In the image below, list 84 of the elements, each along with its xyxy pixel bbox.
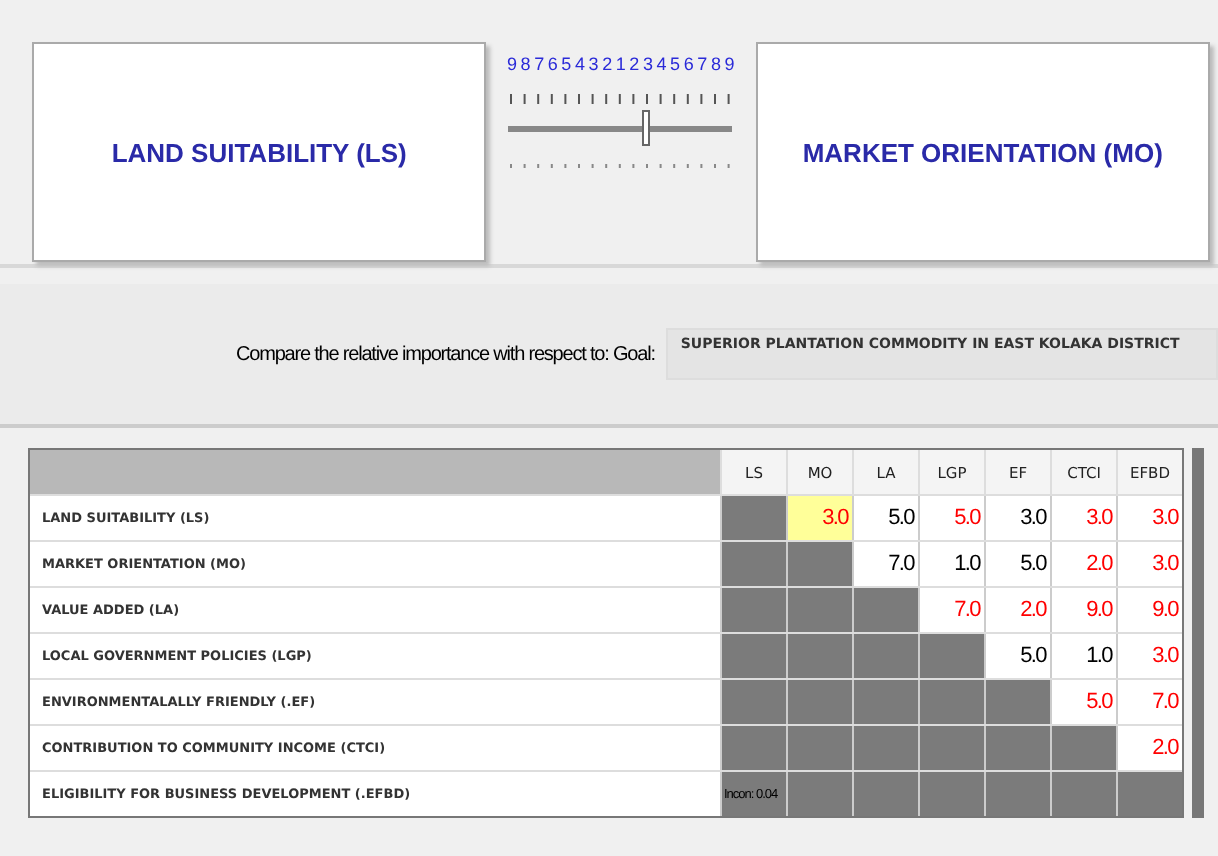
disabled-cell	[918, 680, 984, 724]
scale-label: 7	[534, 54, 545, 74]
disabled-cell	[720, 680, 786, 724]
cell-value: 3.0	[1152, 506, 1178, 530]
comparison-cell[interactable]: 7.0	[918, 588, 984, 632]
disabled-cell	[720, 542, 786, 586]
comparison-cell[interactable]: 3.0	[1050, 496, 1116, 540]
disabled-cell	[786, 542, 852, 586]
scale-label: 2	[602, 54, 613, 74]
disabled-cell	[918, 634, 984, 678]
cell-value: 5.0	[1020, 552, 1046, 576]
comparison-cell[interactable]: 2.0	[1050, 542, 1116, 586]
disabled-cell	[918, 726, 984, 770]
comparison-cell[interactable]: 9.0	[1050, 588, 1116, 632]
slider-thumb[interactable]	[641, 110, 650, 146]
disabled-cell	[786, 588, 852, 632]
disabled-cell	[720, 496, 786, 540]
cell-value: 9.0	[1152, 598, 1178, 622]
disabled-cell	[852, 634, 918, 678]
disabled-cell	[852, 726, 918, 770]
scale-label: 5	[561, 54, 572, 74]
comparison-cell[interactable]: 2.0	[1116, 726, 1182, 770]
cell-value: 3.0	[1020, 506, 1046, 530]
cell-value: 5.0	[1020, 644, 1046, 668]
disabled-cell	[720, 588, 786, 632]
comparison-cell[interactable]: 5.0	[918, 496, 984, 540]
scale-label: 5	[670, 54, 681, 74]
cell-value: 1.0	[1086, 644, 1112, 668]
criterion-title: LAND SUITABILITY (LS)	[111, 137, 407, 167]
comparison-cell[interactable]: 3.0	[984, 496, 1050, 540]
comparison-cell[interactable]: 9.0	[1116, 588, 1182, 632]
comparison-cell[interactable]: 2.0	[984, 588, 1050, 632]
scale-label: 9	[724, 54, 735, 74]
cell-value: 9.0	[1086, 598, 1112, 622]
disabled-cell	[786, 634, 852, 678]
scale-label: 2	[629, 54, 640, 74]
cell-value: 7.0	[1152, 690, 1178, 714]
comparison-cell[interactable]: 3.0	[1116, 634, 1182, 678]
cell-value: 5.0	[954, 506, 980, 530]
cell-value: 2.0	[1086, 552, 1112, 576]
cell-value: 5.0	[888, 506, 914, 530]
cell-value: 7.0	[888, 552, 914, 576]
comparison-cell[interactable]: 3.0	[1116, 496, 1182, 540]
disabled-cell	[852, 680, 918, 724]
disabled-cell	[786, 726, 852, 770]
scale-label: 9	[506, 54, 517, 74]
scale-label: 7	[697, 54, 708, 74]
scale-label: 6	[547, 54, 558, 74]
disabled-cell	[720, 634, 786, 678]
disabled-cell	[786, 680, 852, 724]
disabled-cell	[984, 726, 1050, 770]
scale-label: 3	[588, 54, 599, 74]
scale-label: 4	[656, 54, 667, 74]
comparison-cell[interactable]: 1.0	[1050, 634, 1116, 678]
criterion-title: MARKET ORIENTATION (MO)	[802, 137, 1163, 167]
scale-label: 3	[642, 54, 653, 74]
comparison-cell[interactable]: 5.0	[1050, 680, 1116, 724]
cell-value: 7.0	[954, 598, 980, 622]
comparison-cell[interactable]: 1.0	[918, 542, 984, 586]
comparison-cell[interactable]: 5.0	[984, 542, 1050, 586]
disabled-cell	[984, 680, 1050, 724]
scale-label: 1	[615, 54, 626, 74]
cell-value: 3.0	[822, 506, 848, 530]
scale-label: 6	[683, 54, 694, 74]
cell-value: 1.0	[954, 552, 980, 576]
disabled-cell	[1050, 726, 1116, 770]
disabled-cell	[720, 726, 786, 770]
cell-value: 3.0	[1152, 552, 1178, 576]
cell-value: 2.0	[1152, 736, 1178, 760]
scale-label: 4	[574, 54, 585, 74]
comparison-cell[interactable]: 3.0	[786, 496, 852, 540]
cell-value: 3.0	[1086, 506, 1112, 530]
comparison-cell[interactable]: 3.0	[1116, 542, 1182, 586]
scale-label: 8	[520, 54, 531, 74]
disabled-cell	[852, 588, 918, 632]
cell-value: 5.0	[1086, 690, 1112, 714]
comparison-cell[interactable]: 5.0	[984, 634, 1050, 678]
comparison-cell[interactable]: 7.0	[1116, 680, 1182, 724]
cell-value: 3.0	[1152, 644, 1178, 668]
comparison-cell[interactable]: 7.0	[852, 542, 918, 586]
goal-label: Compare the relative importance with respect to: Goal:	[236, 343, 655, 365]
cell-value: 2.0	[1020, 598, 1046, 622]
comparison-cell[interactable]: 5.0	[852, 496, 918, 540]
scale-label: 8	[710, 54, 721, 74]
